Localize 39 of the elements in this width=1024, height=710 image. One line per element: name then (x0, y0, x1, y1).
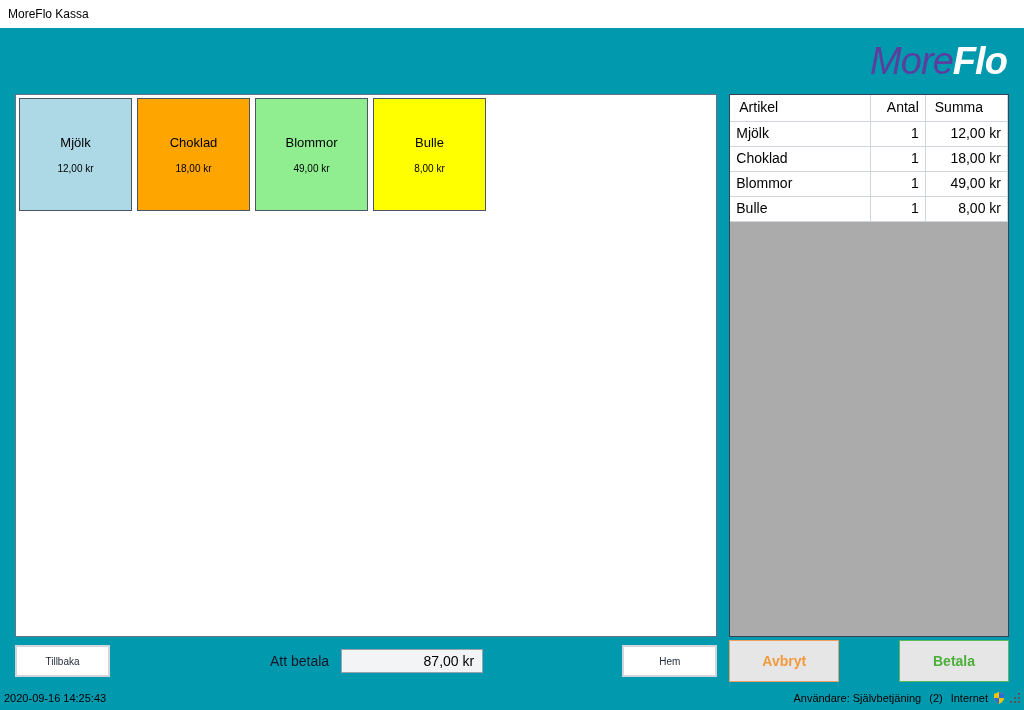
product-tile[interactable]: Bulle 8,00 kr (373, 98, 486, 211)
product-price: 12,00 kr (57, 161, 94, 176)
status-zone: Internet (950, 690, 988, 706)
table-cell: Blommor (730, 171, 871, 196)
product-tile[interactable]: Blommor 49,00 kr (255, 98, 368, 211)
product-name: Blommor (285, 134, 338, 153)
table-cell: Mjölk (730, 121, 871, 146)
product-tile[interactable]: Mjölk 12,00 kr (19, 98, 132, 211)
table-cell: 1 (870, 171, 926, 196)
product-price: 49,00 kr (293, 161, 330, 176)
product-name: Mjölk (60, 134, 91, 153)
table-cell: 1 (870, 146, 926, 171)
product-price: 18,00 kr (175, 161, 212, 176)
logo: MoreFlo (870, 42, 1007, 80)
status-datetime: 2020-09-16 14:25:43 (4, 690, 107, 706)
column-header: Summa (925, 95, 1008, 121)
resize-grip-icon[interactable] (1010, 693, 1020, 703)
shield-icon (992, 691, 1006, 705)
column-header: Antal (870, 95, 926, 121)
back-button[interactable]: Tillbaka (15, 645, 110, 677)
total-label: Att betala (270, 651, 330, 671)
column-header: Artikel (730, 95, 871, 121)
table-cell: Choklad (730, 146, 871, 171)
table-cell: 49,00 kr (925, 171, 1008, 196)
product-price: 8,00 kr (414, 161, 445, 176)
table-cell: 8,00 kr (925, 196, 1008, 221)
table-cell: Bulle (730, 196, 871, 221)
product-tile[interactable]: Choklad 18,00 kr (137, 98, 250, 211)
status-count: (2) (929, 690, 943, 706)
home-button[interactable]: Hem (622, 645, 718, 677)
product-name: Choklad (169, 134, 218, 153)
window-title: MoreFlo Kassa (8, 6, 89, 23)
total-field: 87,00 kr (341, 649, 484, 673)
table-cell: 18,00 kr (925, 146, 1008, 171)
status-user: Användare: Självbetjäning (793, 690, 922, 706)
table-cell: 12,00 kr (925, 121, 1008, 146)
product-name: Bulle (415, 134, 444, 153)
table-cell: 1 (870, 196, 926, 221)
table-cell: 1 (870, 121, 926, 146)
